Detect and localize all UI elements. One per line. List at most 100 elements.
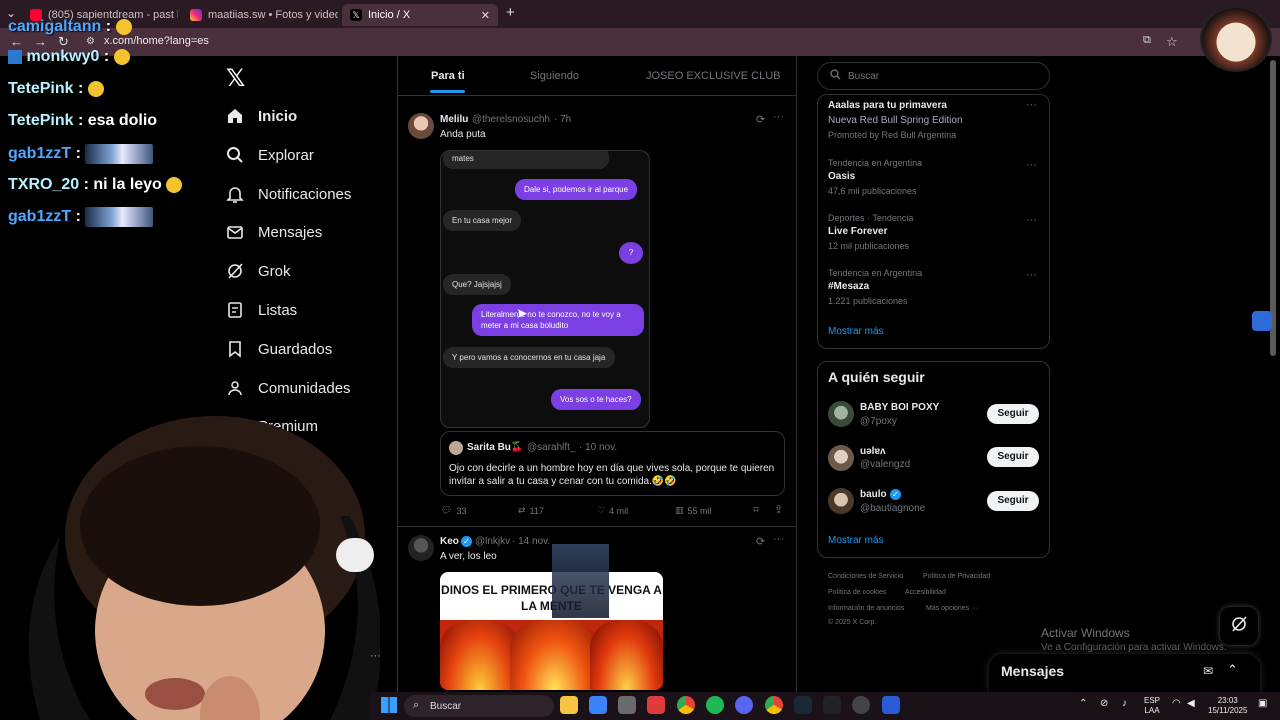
bookmark-icon[interactable]: ⌗ [753,504,759,517]
sidebar-item-mensajes[interactable]: Mensajes [226,217,322,247]
sidebar-item-explorar[interactable]: Explorar [226,140,314,170]
epic-games-icon[interactable] [823,696,841,714]
taskbar-search-label: Buscar [430,700,462,712]
app-icon[interactable] [589,696,607,714]
show-more-follow-link[interactable]: Mostrar más [828,535,884,546]
reply-button[interactable]: 💬︎ 33 [441,505,466,516]
follow-button[interactable]: Seguir [987,491,1039,511]
clock-date: 15/11/2025 [1208,706,1248,715]
avatar[interactable] [828,488,854,514]
chevron-up-icon[interactable]: ⌃ [1079,698,1087,709]
more-options-icon[interactable]: ··· [1026,214,1037,226]
site-info-icon[interactable]: ⚙ [86,36,95,47]
view-count: 55 mil [687,505,712,516]
more-options-icon[interactable]: ··· [1026,159,1037,171]
back-icon[interactable]: ← [10,34,23,49]
browser-tab-instagram[interactable]: maatiias.sw • Fotos y videos de [182,4,338,26]
more-options-icon[interactable]: ··· [773,111,784,123]
chevron-up-icon[interactable]: ⌃ [1227,662,1238,678]
microphone-icon[interactable]: ♪ [1122,698,1127,709]
views-button[interactable]: ▥ 55 mil [675,505,712,516]
post-time[interactable]: · 14 nov. [512,536,550,547]
language-indicator[interactable]: ESP LAA [1144,696,1160,716]
steam-icon[interactable] [794,696,812,714]
share-icon[interactable]: ⇪ [774,503,783,516]
sidebar-item-listas[interactable]: Listas [226,295,297,325]
quoted-post[interactable]: Sarita Bu🍒 @sarahlft_ · 10 nov. Ojo con … [440,431,785,496]
follow-button[interactable]: Seguir [987,404,1039,424]
taskbar-search-input[interactable]: ⌕ Buscar [404,695,554,717]
footer-link[interactable]: Más opciones ··· [926,605,978,612]
tab-siguiendo[interactable]: Siguiendo [530,70,579,82]
url-field[interactable]: x.com/home?lang=es [104,35,209,47]
sidebar-item-guardados[interactable]: Guardados [226,334,332,364]
footer-link[interactable]: Política de cookies [828,589,886,596]
avatar[interactable] [408,535,434,561]
tab-joseo-club[interactable]: JOSEO EXCLUSIVE CLUB [646,70,781,82]
app-icon[interactable] [852,696,870,714]
wifi-icon[interactable]: ◠ [1172,698,1181,709]
chrome-icon[interactable] [765,696,783,714]
more-options-icon[interactable]: ··· [773,533,784,545]
new-message-icon[interactable]: ✉ [1203,664,1213,678]
follow-name[interactable]: BABY BOI POXY [860,402,939,413]
spotify-icon[interactable] [706,696,724,714]
sidebar-item-notificaciones[interactable]: Notificaciones [226,179,351,209]
install-icon[interactable]: ⧉ [1143,34,1151,47]
close-tab-icon[interactable]: ✕ [481,9,490,22]
follow-name[interactable]: uǝlɐʌ [860,446,886,457]
avatar[interactable] [408,113,434,139]
avatar[interactable] [828,401,854,427]
browser-tab-x[interactable]: 𝕏 Inicio / X ✕ [342,4,498,26]
footer-link[interactable]: Accesibilidad [905,589,946,596]
post-time[interactable]: · 7h [554,114,571,125]
more-options-icon[interactable]: ··· [1026,99,1037,111]
new-tab-button[interactable]: + [506,4,515,21]
chrome-icon[interactable] [677,696,695,714]
footer-link[interactable]: Información de anuncios [828,605,904,612]
search-input[interactable]: Buscar [817,62,1050,90]
app-icon[interactable] [647,696,665,714]
repost-button[interactable]: ⇄ 117 [518,505,544,516]
footer-link[interactable]: Condiciones de Servicio [828,573,903,580]
people-icon [226,379,244,397]
volume-icon[interactable]: ◀ [1187,698,1195,709]
trend-title[interactable]: Live Forever [828,226,887,237]
bookmark-star-icon[interactable]: ☆ [1166,34,1178,50]
post-image-chat-screenshot[interactable]: mates Dale si, podemos ir al parque En t… [440,150,650,428]
grok-icon[interactable]: ⟳ [756,113,765,126]
post-author-handle[interactable]: @therelsnosuchh [472,114,550,125]
trend-title[interactable]: Oasis [828,171,855,182]
messages-drawer[interactable]: Mensajes ✉ ⌃ [989,654,1260,692]
notification-icon[interactable]: ▣ [1258,698,1267,709]
app-icon[interactable] [882,696,900,714]
follow-name[interactable]: baulo [860,489,887,500]
tab-para-ti[interactable]: Para ti [431,70,465,82]
discord-icon[interactable] [735,696,753,714]
more-options-icon[interactable]: ··· [1026,269,1037,281]
clock[interactable]: 23:03 15/11/2025 [1208,696,1247,716]
trend-title[interactable]: Aaalas para tu primavera [828,100,947,111]
file-explorer-icon[interactable] [560,696,578,714]
post-author-handle[interactable]: @lnkjkv [475,536,510,547]
grok-icon[interactable]: ⟳ [756,535,765,548]
sidebar-item-grok[interactable]: Grok [226,256,291,286]
network-off-icon[interactable]: ⊘ [1100,698,1108,709]
follow-button[interactable]: Seguir [987,447,1039,467]
footer-link[interactable]: Política de Privacidad [923,573,990,580]
show-more-trends-link[interactable]: Mostrar más [828,326,884,337]
post-author-name[interactable]: Melilu [440,114,468,125]
forward-icon[interactable]: → [34,34,47,49]
more-icon[interactable]: ··· [370,650,381,662]
trend-title[interactable]: #Mesaza [828,281,869,292]
sidebar-item-comunidades[interactable]: Comunidades [226,373,351,403]
avatar[interactable] [828,445,854,471]
mic-extension-icon[interactable] [1252,311,1272,331]
windows-start-icon[interactable] [381,697,397,713]
like-button[interactable]: ♡ 4 mil [597,505,628,516]
grok-fab-button[interactable] [1220,607,1258,645]
sidebar-item-inicio[interactable]: Inicio [226,101,297,131]
store-icon[interactable] [618,696,636,714]
x-logo[interactable]: 𝕏 [226,64,245,92]
post-author-name[interactable]: Keo [440,536,459,547]
